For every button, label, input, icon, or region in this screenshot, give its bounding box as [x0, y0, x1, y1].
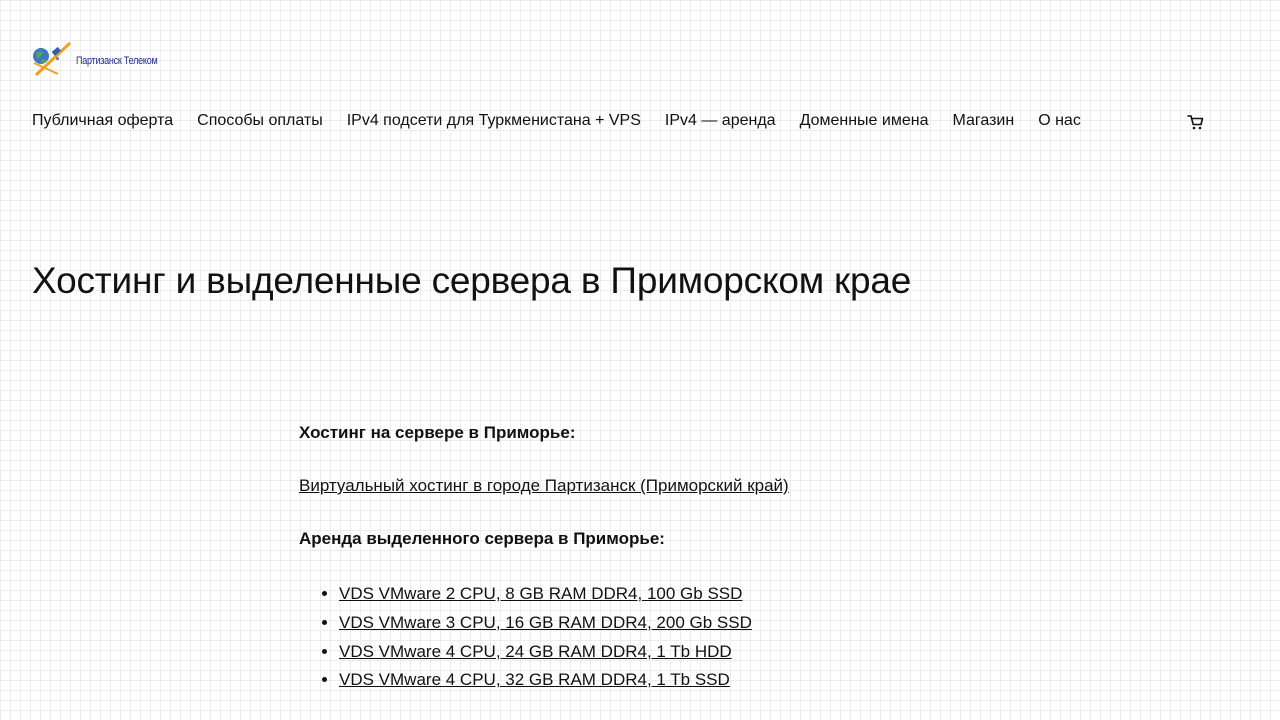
nav-item-ipv4-rent[interactable]: IPv4 — аренда — [665, 111, 776, 131]
dedicated-servers-heading: Аренда выделенного сервера в Приморье: — [299, 529, 665, 548]
satellite-globe-icon — [33, 41, 72, 77]
nav-item-about[interactable]: О нас — [1038, 111, 1081, 131]
cart-button[interactable] — [1186, 112, 1206, 132]
main-navigation: Публичная оферта Способы оплаты IPv4 под… — [32, 111, 1081, 131]
nav-item-domain-names[interactable]: Доменные имена — [800, 111, 929, 131]
virtual-hosting-link[interactable]: Виртуальный хостинг в городе Партизанск … — [299, 476, 789, 495]
list-item: VDS VMware 3 CPU, 16 GB RAM DDR4, 200 Gb… — [339, 609, 999, 638]
server-link[interactable]: VDS VMware 4 CPU, 24 GB RAM DDR4, 1 Tb H… — [339, 642, 732, 661]
site-logo[interactable]: Партизанск Телеком — [32, 41, 175, 77]
nav-item-ipv4-turkmenistan[interactable]: IPv4 подсети для Туркменистана + VPS — [347, 111, 641, 131]
hosting-heading: Хостинг на сервере в Приморье: — [299, 423, 576, 442]
nav-item-payment-methods[interactable]: Способы оплаты — [197, 111, 323, 131]
page-content: Хостинг на сервере в Приморье: Виртуальн… — [299, 421, 999, 695]
cart-icon — [1187, 115, 1204, 130]
logo-text: Партизанск Телеком — [76, 54, 158, 67]
list-item: VDS VMware 4 CPU, 32 GB RAM DDR4, 1 Tb S… — [339, 666, 999, 695]
page-title: Хостинг и выделенные сервера в Приморско… — [32, 260, 912, 301]
server-link[interactable]: VDS VMware 4 CPU, 32 GB RAM DDR4, 1 Tb S… — [339, 670, 730, 689]
nav-item-shop[interactable]: Магазин — [952, 111, 1014, 131]
servers-list: VDS VMware 2 CPU, 8 GB RAM DDR4, 100 Gb … — [299, 580, 999, 695]
nav-item-public-offer[interactable]: Публичная оферта — [32, 111, 173, 131]
server-link[interactable]: VDS VMware 2 CPU, 8 GB RAM DDR4, 100 Gb … — [339, 584, 742, 603]
server-link[interactable]: VDS VMware 3 CPU, 16 GB RAM DDR4, 200 Gb… — [339, 613, 752, 632]
list-item: VDS VMware 4 CPU, 24 GB RAM DDR4, 1 Tb H… — [339, 638, 999, 667]
list-item: VDS VMware 2 CPU, 8 GB RAM DDR4, 100 Gb … — [339, 580, 999, 609]
